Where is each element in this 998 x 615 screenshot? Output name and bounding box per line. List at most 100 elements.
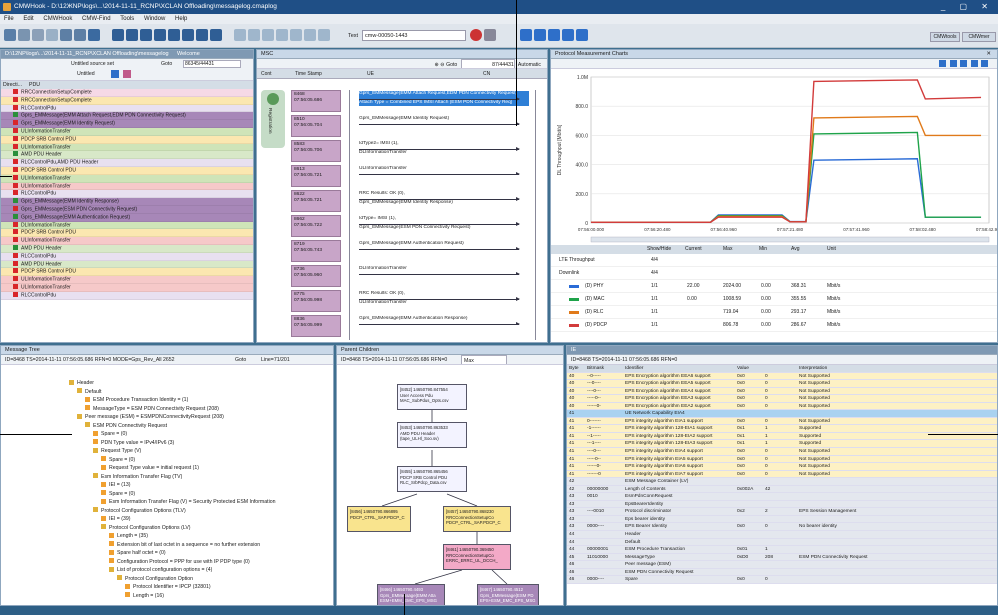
tree-node[interactable]: Spare = (0) (1, 490, 333, 499)
msc-message[interactable]: Gprs_EMMessage(EMM Authentication Reques… (359, 241, 529, 250)
chart-scrollbar[interactable] (590, 236, 990, 243)
col-pdu[interactable]: PDU (29, 81, 40, 89)
parent-children-mode[interactable]: Max (461, 355, 507, 364)
msc-timestamp-box[interactable]: 8583 07:56:05.706 (291, 140, 341, 162)
export-icon[interactable] (182, 29, 194, 41)
ie-row[interactable]: 42 ESM Message Container (LV) (567, 478, 997, 486)
table-icon[interactable] (140, 29, 152, 41)
tree-node[interactable]: ESM Procedure Transaction Identity = (1) (1, 396, 333, 405)
refresh-icon[interactable] (111, 70, 119, 78)
graph-node[interactable]: [8466] 14650790.4493 Gprs_EMMessage(EMM A… (377, 584, 445, 605)
ie-row[interactable]: 45 11010000 MessageType 0xD0 208 ESM PDN Conn… (567, 553, 997, 562)
pdu-row[interactable]: Gprs_EMMessage(ESM PDN Connectivity Requ… (1, 205, 253, 214)
ie-row[interactable]: 41 UE Network Capability EIA4 (567, 410, 997, 418)
menu-cmw-find[interactable]: CMW-Find (82, 16, 111, 22)
pdu-row[interactable]: PDCP SRB Control PDU (1, 135, 253, 144)
text-filter-input[interactable]: cmw-00050-1443 (362, 30, 466, 41)
ie-row[interactable]: 40 ----0--- EPS Encryption algorithm EEA4 … (567, 387, 997, 396)
ie-row[interactable]: 41 0------- EPS integrity algorithm EIA1 s… (567, 417, 997, 426)
menu-tools[interactable]: Tools (120, 16, 134, 22)
pdu-row[interactable]: RRCConnectionSetupComplete (1, 89, 253, 97)
ie-row[interactable]: 43 0000---- EPS Bearer Identity 0x0 0 No bear… (567, 523, 997, 532)
tree-node[interactable]: Protocol Configuration Option (1, 575, 333, 584)
ie-row[interactable]: 43 EpsBearerIdentity (567, 500, 997, 509)
tree-node[interactable]: ESM PDN Connectivity Request (1, 422, 333, 431)
find-next-icon[interactable] (248, 29, 260, 41)
msc-message[interactable]: RRC Results: OK (0), Gprs_EMMessage(EMM I… (359, 191, 529, 206)
msc-timestamp-box[interactable]: 8468 07:56:05.686 (291, 90, 341, 112)
tree-node[interactable]: IEI = (39) (1, 515, 333, 524)
tree-node[interactable]: IEI = (13) (1, 481, 333, 490)
ie-row[interactable]: 43 Eps bearer identity (567, 515, 997, 524)
ie-row[interactable]: 40 -----0-- EPS Encryption algorithm EEA3 … (567, 395, 997, 403)
pdu-row[interactable]: RLCControlPdu (1, 190, 253, 199)
msc-message[interactable]: RRC Results: OK (0), ULInformationTransfe… (359, 291, 529, 306)
ie-row[interactable]: 40 ---0---- EPS Encryption algorithm EEA5 … (567, 380, 997, 388)
tree-node[interactable]: Length = (35) (1, 532, 333, 541)
chart-close-button[interactable]: ✕ (986, 50, 991, 58)
ie-row[interactable]: 41 ---1---- EPS integrity algorithm 128-EI… (567, 440, 997, 449)
msc-message[interactable]: Gprs_EMMessage(EMM Identity Request) (359, 116, 529, 125)
pdu-row[interactable]: ULInformationTransfer (1, 143, 253, 152)
tree-node[interactable]: Request Type value = initial request (1) (1, 464, 333, 473)
pdu-row[interactable]: PDCP SRB Control PDU (1, 268, 253, 277)
open-icon[interactable] (4, 29, 16, 41)
view-1-icon[interactable] (520, 29, 532, 41)
pdu-row[interactable]: RLCControlPdu (1, 252, 253, 261)
pdu-row[interactable]: Gprs_EMMessage(EMM Identity Request) (1, 120, 253, 128)
tree-node[interactable]: Spare half octet = (0) (1, 549, 333, 558)
copy-icon[interactable] (46, 29, 58, 41)
chart-export-icon[interactable] (981, 60, 988, 67)
ie-row[interactable]: 44 00000001 ESM Procedure Transaction 0x01 1 (567, 546, 997, 554)
zoom-icon[interactable]: ⊕ ⊖ (434, 62, 446, 68)
settings-icon[interactable] (210, 29, 222, 41)
tree-node[interactable]: PDN Type value = IPv4/IPv6 (3) (1, 439, 333, 448)
ie-row[interactable]: 41 ----0--- EPS integrity algorithm EIA4 s… (567, 448, 997, 456)
chart-table-row[interactable]: LTE Throughput 4/4 (551, 254, 997, 267)
find-icon[interactable] (234, 29, 246, 41)
pdu-row[interactable]: DLInformationTransfer (1, 221, 253, 230)
welcome-tab[interactable]: Welcome (177, 50, 200, 58)
menu-edit[interactable]: Edit (23, 16, 33, 22)
ie-row[interactable]: 46 ESM PDN Connectivity Request (567, 568, 997, 577)
message-tree-goto[interactable]: Goto (235, 355, 246, 364)
back-icon[interactable] (60, 29, 72, 41)
graph-node[interactable]: [8457] 14650790.868230 RRCConnectionSetup… (443, 506, 511, 532)
graph-node[interactable]: [8455] 14650790.865456 PDCP SRB Control P… (397, 466, 467, 492)
tree-node[interactable]: Extension bit of last octet in a sequenc… (1, 541, 333, 550)
pdu-row[interactable]: AMD PDU Header (1, 151, 253, 160)
ie-row[interactable]: 46 0000---- Spare 0x0 0 (567, 576, 997, 584)
pdu-row[interactable]: AMD PDU Header (1, 244, 253, 253)
tree-node[interactable]: Length = (16) (1, 592, 333, 601)
ie-row[interactable]: 46 Peer message (ESM) (567, 561, 997, 569)
view-4-icon[interactable] (562, 29, 574, 41)
filter-config-icon[interactable] (123, 70, 131, 78)
layout-icon[interactable] (112, 29, 124, 41)
ie-row[interactable]: 43 0010 EsmPdnConnRequest (567, 493, 997, 501)
record-icon[interactable] (470, 29, 482, 41)
chart-table-row[interactable]: (D) PDCP 1/1 806.78 0.00 286.67 Mbit/s (551, 319, 997, 332)
tree-node[interactable]: Esm Information Transfer Flag (TV) (1, 473, 333, 482)
chart-table-row[interactable]: (D) MAC 1/1 0.00 1008.59 0.00 355.55 Mbit/s (551, 293, 997, 306)
msc-timestamp-box[interactable]: 8613 07:56:05.721 (291, 165, 341, 187)
ie-row[interactable]: 40 --0----- EPS Encryption algorithm EEA6 … (567, 372, 997, 381)
throughput-chart[interactable]: 1.0M800.0600.0400.0200.0007:56:00.000 07:… (551, 69, 997, 245)
pdu-row[interactable]: Gprs_EMMessage(EMM Authentication Reques… (1, 213, 253, 222)
menu-help[interactable]: Help (175, 16, 187, 22)
graph-node[interactable]: [8461] 14650790.369450 RRCConnectionSetup… (443, 544, 511, 570)
menu-cmwhook[interactable]: CMWHook (43, 16, 72, 22)
print-icon[interactable] (32, 29, 44, 41)
stop-icon[interactable] (484, 29, 496, 41)
msc-timestamp-box[interactable]: 8662 07:56:05.722 (291, 215, 341, 237)
pdu-row[interactable]: RLCControlPdu (1, 291, 253, 300)
pdu-row[interactable]: ULInformationTransfer (1, 127, 253, 136)
pdu-row[interactable]: PDCP SRB Control PDU (1, 229, 253, 238)
pdu-row[interactable]: ULInformationTransfer (1, 237, 253, 245)
msc-timestamp-box[interactable]: 8836 07:56:05.999 (291, 315, 341, 337)
save-icon[interactable] (18, 29, 30, 41)
pdu-row[interactable]: Gprs_EMMessage(EMM Attach Request,EDM PD… (1, 112, 253, 121)
pdu-row[interactable]: RRCConnectionSetupComplete (1, 96, 253, 105)
msc-message[interactable]: Gprs_EMMessage(EMM Authentication Respon… (359, 316, 529, 325)
graph-node[interactable]: [8452] 14650790.847554 User Access Pdu MAC… (397, 384, 467, 410)
pdu-row[interactable]: PDCP SRB Control PDU (1, 166, 253, 175)
